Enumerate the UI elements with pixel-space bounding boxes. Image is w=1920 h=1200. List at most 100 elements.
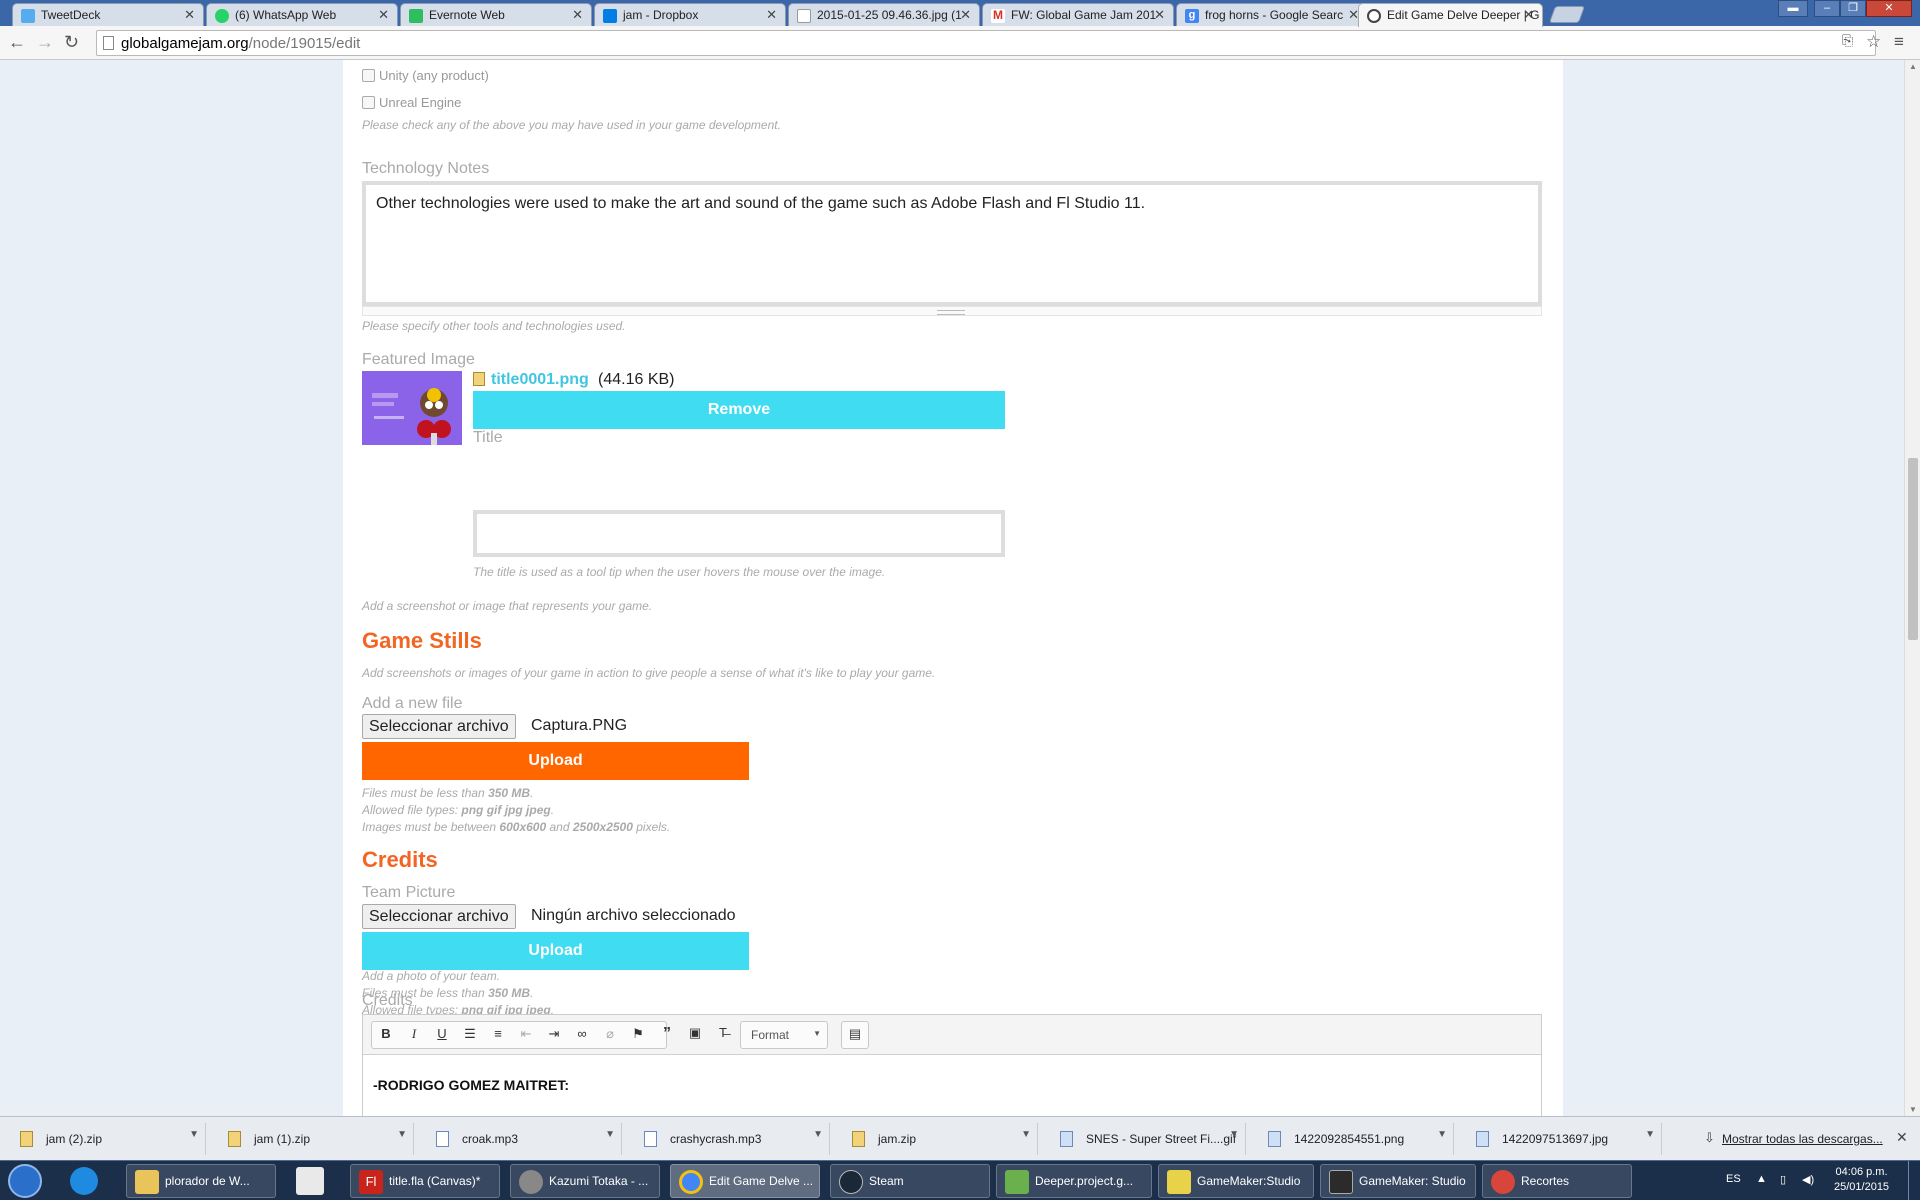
chevron-down-icon[interactable]: ▼ bbox=[813, 1129, 823, 1140]
maximize-icon[interactable]: ❐ bbox=[1840, 0, 1866, 17]
close-tab-icon[interactable]: ✕ bbox=[1523, 7, 1534, 23]
show-all-downloads-link[interactable]: Mostrar todas las descargas... bbox=[1722, 1132, 1883, 1146]
insert-image-icon[interactable]: ▤ bbox=[843, 1026, 867, 1044]
format-dropdown[interactable]: Format ▼ bbox=[740, 1021, 828, 1049]
textarea-resize-grip[interactable] bbox=[362, 306, 1542, 316]
download-item[interactable]: jam (2).zip ▼ bbox=[6, 1123, 206, 1155]
scroll-down-icon[interactable]: ▼ bbox=[1909, 1105, 1917, 1114]
italic-icon[interactable]: I bbox=[402, 1026, 426, 1044]
taskbar-music[interactable]: Kazumi Totaka - ... bbox=[510, 1164, 660, 1198]
language-indicator[interactable]: ES bbox=[1726, 1173, 1741, 1185]
show-desktop-button[interactable] bbox=[1908, 1161, 1920, 1200]
internet-explorer-icon[interactable] bbox=[70, 1167, 98, 1195]
user-icon[interactable]: ▬ bbox=[1778, 0, 1808, 17]
chevron-down-icon[interactable]: ▼ bbox=[397, 1129, 407, 1140]
close-tab-icon[interactable]: ✕ bbox=[1154, 7, 1165, 23]
download-item[interactable]: crashycrash.mp3 ▼ bbox=[630, 1123, 830, 1155]
featured-file-link[interactable]: title0001.png bbox=[491, 371, 589, 389]
underline-icon[interactable]: U bbox=[430, 1026, 454, 1044]
credits-content-text[interactable]: -RODRIGO GOMEZ MAITRET: bbox=[373, 1077, 569, 1093]
taskbar-gamemaker-project[interactable]: Deeper.project.g... bbox=[996, 1164, 1152, 1198]
featured-file-size: (44.16 KB) bbox=[598, 371, 675, 388]
bold-icon[interactable]: B bbox=[374, 1026, 398, 1044]
tab-gmail[interactable]: M FW: Global Game Jam 201 ✕ bbox=[982, 3, 1174, 26]
stills-choose-file-button[interactable]: Seleccionar archivo bbox=[362, 714, 516, 739]
close-tab-icon[interactable]: ✕ bbox=[960, 7, 971, 23]
taskbar-flash[interactable]: Fl title.fla (Canvas)* bbox=[350, 1164, 500, 1198]
remove-image-button[interactable]: Remove bbox=[473, 391, 1005, 429]
media-player-icon[interactable] bbox=[296, 1167, 324, 1195]
indent-icon[interactable]: ⇥ bbox=[542, 1026, 566, 1044]
network-icon[interactable]: ▯ bbox=[1780, 1173, 1786, 1186]
close-tab-icon[interactable]: ✕ bbox=[766, 7, 777, 23]
scroll-up-icon[interactable]: ▲ bbox=[1909, 62, 1917, 71]
download-item[interactable]: croak.mp3 ▼ bbox=[422, 1123, 622, 1155]
bookmark-star-icon[interactable]: ☆ bbox=[1866, 32, 1881, 52]
close-icon[interactable]: ✕ bbox=[1896, 1129, 1908, 1146]
new-tab-button[interactable] bbox=[1548, 6, 1586, 23]
tray-expand-icon[interactable]: ▲ bbox=[1756, 1173, 1767, 1185]
chevron-down-icon[interactable]: ▼ bbox=[1021, 1129, 1031, 1140]
download-item[interactable]: 1422097513697.jpg ▼ bbox=[1462, 1123, 1662, 1155]
close-tab-icon[interactable]: ✕ bbox=[184, 7, 195, 23]
tab-image[interactable]: 2015-01-25 09.46.36.jpg (1 ✕ bbox=[788, 3, 980, 26]
blockquote-icon[interactable]: ” bbox=[655, 1025, 679, 1043]
unity-checkbox[interactable] bbox=[362, 69, 375, 82]
numbered-list-icon[interactable]: ≡ bbox=[486, 1026, 510, 1044]
system-clock[interactable]: 04:06 p.m. 25/01/2015 bbox=[1834, 1165, 1889, 1195]
image-title-input[interactable] bbox=[473, 510, 1005, 557]
menu-icon[interactable]: ≡ bbox=[1894, 32, 1904, 52]
tab-tweetdeck[interactable]: TweetDeck ✕ bbox=[12, 3, 204, 26]
tab-google-search[interactable]: g frog horns - Google Searc ✕ bbox=[1176, 3, 1368, 26]
chevron-down-icon[interactable]: ▼ bbox=[189, 1129, 199, 1140]
url-domain: globalgamejam.org bbox=[121, 35, 249, 52]
taskbar-gamemaker-help[interactable]: GameMaker:Studio bbox=[1158, 1164, 1314, 1198]
download-item[interactable]: jam (1).zip ▼ bbox=[214, 1123, 414, 1155]
taskbar-explorer[interactable]: plorador de W... bbox=[126, 1164, 276, 1198]
translate-icon[interactable]: ⎘ bbox=[1842, 32, 1853, 49]
minimize-icon[interactable]: – bbox=[1814, 0, 1840, 17]
close-tab-icon[interactable]: ✕ bbox=[378, 7, 389, 23]
taskbar-steam[interactable]: Steam bbox=[830, 1164, 990, 1198]
start-button[interactable] bbox=[8, 1164, 42, 1198]
taskbar-gamemaker-studio[interactable]: GameMaker: Studio bbox=[1320, 1164, 1476, 1198]
music-app-icon bbox=[519, 1170, 543, 1194]
link-icon[interactable]: ∞ bbox=[570, 1026, 594, 1044]
team-choose-file-button[interactable]: Seleccionar archivo bbox=[362, 904, 516, 929]
remove-format-icon[interactable]: T̶ bbox=[711, 1025, 735, 1043]
close-window-icon[interactable]: ✕ bbox=[1866, 0, 1912, 17]
taskbar-chrome[interactable]: Edit Game Delve ... bbox=[670, 1164, 820, 1198]
outdent-icon[interactable]: ⇤ bbox=[514, 1026, 538, 1044]
technology-notes-textarea[interactable]: Other technologies were used to make the… bbox=[362, 181, 1542, 306]
team-upload-button[interactable]: Upload bbox=[362, 932, 749, 970]
forward-arrow-icon[interactable]: → bbox=[36, 32, 54, 53]
download-item[interactable]: 1422092854551.png ▼ bbox=[1254, 1123, 1454, 1155]
unity-checkbox-label[interactable]: Unity (any product) bbox=[379, 68, 489, 83]
chevron-down-icon[interactable]: ▼ bbox=[1437, 1129, 1447, 1140]
download-item[interactable]: jam.zip ▼ bbox=[838, 1123, 1038, 1155]
unlink-icon[interactable]: ⌀ bbox=[598, 1026, 622, 1044]
credits-rich-text-editor[interactable]: B I U ☰ ≡ ⇤ ⇥ ∞ ⌀ ⚑ ” ▣ T̶ Format ▼ ▤ -R… bbox=[362, 1014, 1542, 1116]
unreal-checkbox[interactable] bbox=[362, 96, 375, 109]
tab-edit-game[interactable]: Edit Game Delve Deeper | G ✕ bbox=[1358, 3, 1543, 27]
download-item[interactable]: SNES - Super Street Fi....gif ▼ bbox=[1046, 1123, 1246, 1155]
scrollbar-thumb[interactable] bbox=[1908, 458, 1918, 640]
tab-evernote[interactable]: Evernote Web ✕ bbox=[400, 3, 592, 26]
page-scrollbar[interactable]: ▲ ▼ bbox=[1904, 60, 1920, 1116]
chevron-down-icon[interactable]: ▼ bbox=[1645, 1129, 1655, 1140]
bulleted-list-icon[interactable]: ☰ bbox=[458, 1026, 482, 1044]
volume-icon[interactable]: ◀) bbox=[1802, 1173, 1814, 1186]
address-bar[interactable]: globalgamejam.org/node/19015/edit bbox=[96, 30, 1876, 56]
paste-icon[interactable]: ▣ bbox=[683, 1025, 707, 1043]
chevron-down-icon[interactable]: ▼ bbox=[1229, 1129, 1239, 1140]
chevron-down-icon[interactable]: ▼ bbox=[605, 1129, 615, 1140]
unreal-checkbox-label[interactable]: Unreal Engine bbox=[379, 95, 461, 110]
back-arrow-icon[interactable]: ← bbox=[8, 32, 26, 53]
tab-dropbox[interactable]: jam - Dropbox ✕ bbox=[594, 3, 786, 26]
taskbar-snipping[interactable]: Recortes bbox=[1482, 1164, 1632, 1198]
anchor-flag-icon[interactable]: ⚑ bbox=[626, 1026, 650, 1044]
reload-icon[interactable]: ↻ bbox=[64, 32, 79, 53]
stills-upload-button[interactable]: Upload bbox=[362, 742, 749, 780]
close-tab-icon[interactable]: ✕ bbox=[572, 7, 583, 23]
tab-whatsapp[interactable]: (6) WhatsApp Web ✕ bbox=[206, 3, 398, 26]
